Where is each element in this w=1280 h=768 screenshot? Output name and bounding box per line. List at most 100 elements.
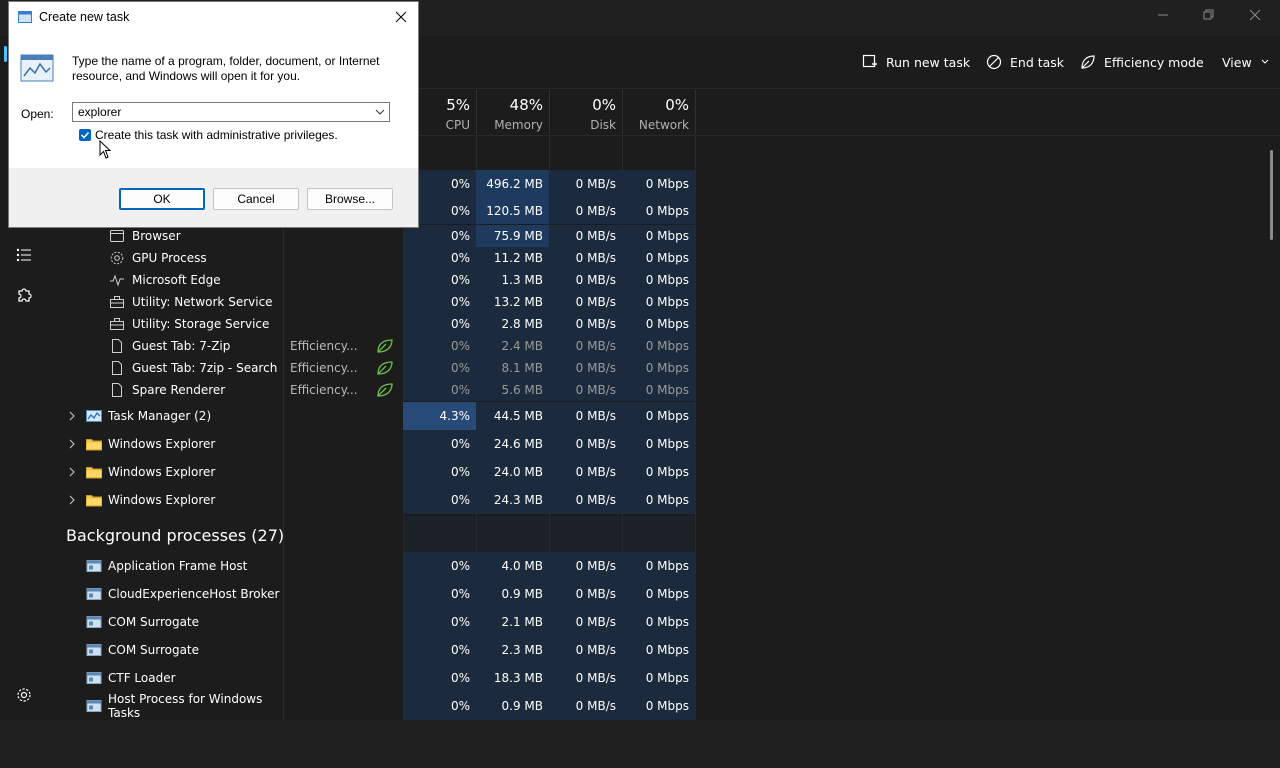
nav-settings-button[interactable] xyxy=(13,684,35,706)
process-name: Utility: Network Service xyxy=(132,295,273,309)
net-cell: 0 Mbps xyxy=(622,225,695,247)
cpu-cell: 0% xyxy=(403,269,476,291)
mem-cell: 2.3 MB xyxy=(476,636,549,664)
mem-cell: 11.2 MB xyxy=(476,247,549,269)
puzzle-icon xyxy=(18,288,32,302)
net-cell: 0 Mbps xyxy=(622,552,695,580)
create-new-task-dialog: Create new task Type the name of a progr… xyxy=(8,1,419,228)
nav-services-button[interactable] xyxy=(13,284,35,306)
table-row[interactable]: Windows Explorer 0% 24.6 MB 0 MB/s 0 Mbps xyxy=(50,430,1270,458)
column-header-disk[interactable]: 0% Disk xyxy=(550,90,623,134)
expand-chevron-icon[interactable] xyxy=(66,494,78,506)
expand-chevron-icon[interactable] xyxy=(66,438,78,450)
expand-chevron-icon[interactable] xyxy=(66,466,78,478)
close-icon xyxy=(395,11,407,23)
table-row[interactable]: Guest Tab: 7-Zip Efficiency... 0% 2.4 MB 0 M… xyxy=(50,335,1270,357)
end-task-button[interactable]: End task xyxy=(986,36,1064,88)
disk-cell: 0 MB/s xyxy=(549,692,622,720)
mem-cell: 2.8 MB xyxy=(476,313,549,335)
table-row[interactable]: Microsoft Edge 0% 1.3 MB 0 MB/s 0 Mbps xyxy=(50,269,1270,291)
mem-cell: 24.6 MB xyxy=(476,430,549,458)
app-window-icon xyxy=(86,558,102,574)
table-row[interactable]: Task Manager (2) 4.3% 44.5 MB 0 MB/s 0 Mbps xyxy=(50,402,1270,430)
minimize-icon xyxy=(1158,14,1168,16)
cancel-button[interactable]: Cancel xyxy=(213,188,299,210)
process-name: Host Process for Windows Tasks xyxy=(108,692,263,720)
table-row[interactable]: CloudExperienceHost Broker 0% 0.9 MB 0 MB/s… xyxy=(50,580,1270,608)
table-row[interactable]: Utility: Storage Service 0% 2.8 MB 0 MB/s 0 … xyxy=(50,313,1270,335)
table-row[interactable]: GPU Process 0% 11.2 MB 0 MB/s 0 Mbps xyxy=(50,247,1270,269)
net-cell: 0 Mbps xyxy=(622,664,695,692)
column-header-network[interactable]: 0% Network xyxy=(623,90,696,134)
efficiency-leaf-icon xyxy=(376,360,394,376)
cpu-cell: 0% xyxy=(403,313,476,335)
gear-icon xyxy=(17,688,31,702)
background-processes-header[interactable]: Background processes (27) xyxy=(66,526,284,545)
dialog-description: Type the name of a program, folder, docu… xyxy=(72,54,380,83)
browse-button[interactable]: Browse... xyxy=(307,188,393,210)
table-row[interactable]: Application Frame Host 0% 4.0 MB 0 MB/s 0 Mb… xyxy=(50,552,1270,580)
network-header-label: Network xyxy=(638,118,689,132)
table-row[interactable]: COM Surrogate 0% 2.3 MB 0 MB/s 0 Mbps xyxy=(50,636,1270,664)
mem-cell: 0.9 MB xyxy=(476,692,549,720)
disk-cell: 0 MB/s xyxy=(549,269,622,291)
mem-cell: 496.2 MB xyxy=(476,170,549,198)
disk-cell: 0 MB/s xyxy=(549,335,622,357)
disk-cell: 0 MB/s xyxy=(549,379,622,401)
table-row[interactable]: Windows Explorer 0% 24.0 MB 0 MB/s 0 Mbps xyxy=(50,458,1270,486)
close-window-button[interactable] xyxy=(1232,0,1278,30)
run-new-task-button[interactable]: Run new task xyxy=(862,36,970,88)
column-header-memory[interactable]: 48% Memory xyxy=(477,90,550,134)
admin-privileges-checkbox[interactable] xyxy=(79,129,91,141)
open-combobox[interactable] xyxy=(72,102,390,122)
process-status: Efficiency... xyxy=(290,361,358,375)
disk-cell: 0 MB/s xyxy=(549,225,622,247)
table-row[interactable]: Utility: Network Service 0% 13.2 MB 0 MB/s 0… xyxy=(50,291,1270,313)
efficiency-mode-button[interactable]: Efficiency mode xyxy=(1080,36,1204,88)
table-row[interactable]: Host Process for Windows Tasks 0% 0.9 MB 0 … xyxy=(50,692,1270,720)
vertical-scrollbar[interactable] xyxy=(1270,150,1273,240)
mem-cell: 5.6 MB xyxy=(476,379,549,401)
app-window-icon xyxy=(86,586,102,602)
cpu-cell: 0% xyxy=(403,552,476,580)
mem-cell: 44.5 MB xyxy=(476,402,549,430)
table-row[interactable]: Guest Tab: 7zip - Search Efficiency... 0% 8… xyxy=(50,357,1270,379)
cpu-cell: 0% xyxy=(403,636,476,664)
open-dropdown-button[interactable] xyxy=(373,105,387,119)
ok-button[interactable]: OK xyxy=(119,188,205,210)
table-row[interactable]: Windows Explorer 0% 24.3 MB 0 MB/s 0 Mbps xyxy=(50,486,1270,514)
disk-cell: 0 MB/s xyxy=(549,580,622,608)
mem-cell: 75.9 MB xyxy=(476,225,549,247)
process-name: Utility: Storage Service xyxy=(132,317,270,331)
process-name: Task Manager (2) xyxy=(108,409,212,423)
run-window-icon xyxy=(18,11,32,23)
net-cell: 0 Mbps xyxy=(622,170,695,198)
cpu-cell: 0% xyxy=(403,247,476,269)
table-row[interactable]: COM Surrogate 0% 2.1 MB 0 MB/s 0 Mbps xyxy=(50,608,1270,636)
cpu-cell: 4.3% xyxy=(403,402,476,430)
memory-header-label: Memory xyxy=(494,118,543,132)
memory-total-pct: 48% xyxy=(509,96,543,114)
minimize-button[interactable] xyxy=(1140,0,1186,30)
disk-cell: 0 MB/s xyxy=(549,664,622,692)
nav-details-button[interactable] xyxy=(13,244,35,266)
process-status: Efficiency... xyxy=(290,339,358,353)
net-cell: 0 Mbps xyxy=(622,402,695,430)
admin-privileges-label[interactable]: Create this task with administrative pri… xyxy=(95,128,338,142)
table-row[interactable]: Browser 0% 75.9 MB 0 MB/s 0 Mbps xyxy=(50,225,1270,247)
expand-chevron-icon[interactable] xyxy=(66,410,78,422)
table-row[interactable]: Spare Renderer Efficiency... 0% 5.6 MB 0 MB/… xyxy=(50,379,1270,401)
dialog-close-button[interactable] xyxy=(390,6,412,28)
restore-icon xyxy=(1203,9,1214,20)
disk-cell: 0 MB/s xyxy=(549,402,622,430)
open-input[interactable] xyxy=(73,103,368,121)
process-name: Windows Explorer xyxy=(108,465,216,479)
mem-cell: 120.5 MB xyxy=(476,198,549,224)
table-row[interactable]: CTF Loader 0% 18.3 MB 0 MB/s 0 Mbps xyxy=(50,664,1270,692)
cpu-cell: 0% xyxy=(403,486,476,514)
page-icon xyxy=(109,338,125,354)
net-cell: 0 Mbps xyxy=(622,486,695,514)
view-menu-button[interactable]: View xyxy=(1222,36,1270,88)
net-cell: 0 Mbps xyxy=(622,379,695,401)
restore-button[interactable] xyxy=(1186,0,1232,30)
